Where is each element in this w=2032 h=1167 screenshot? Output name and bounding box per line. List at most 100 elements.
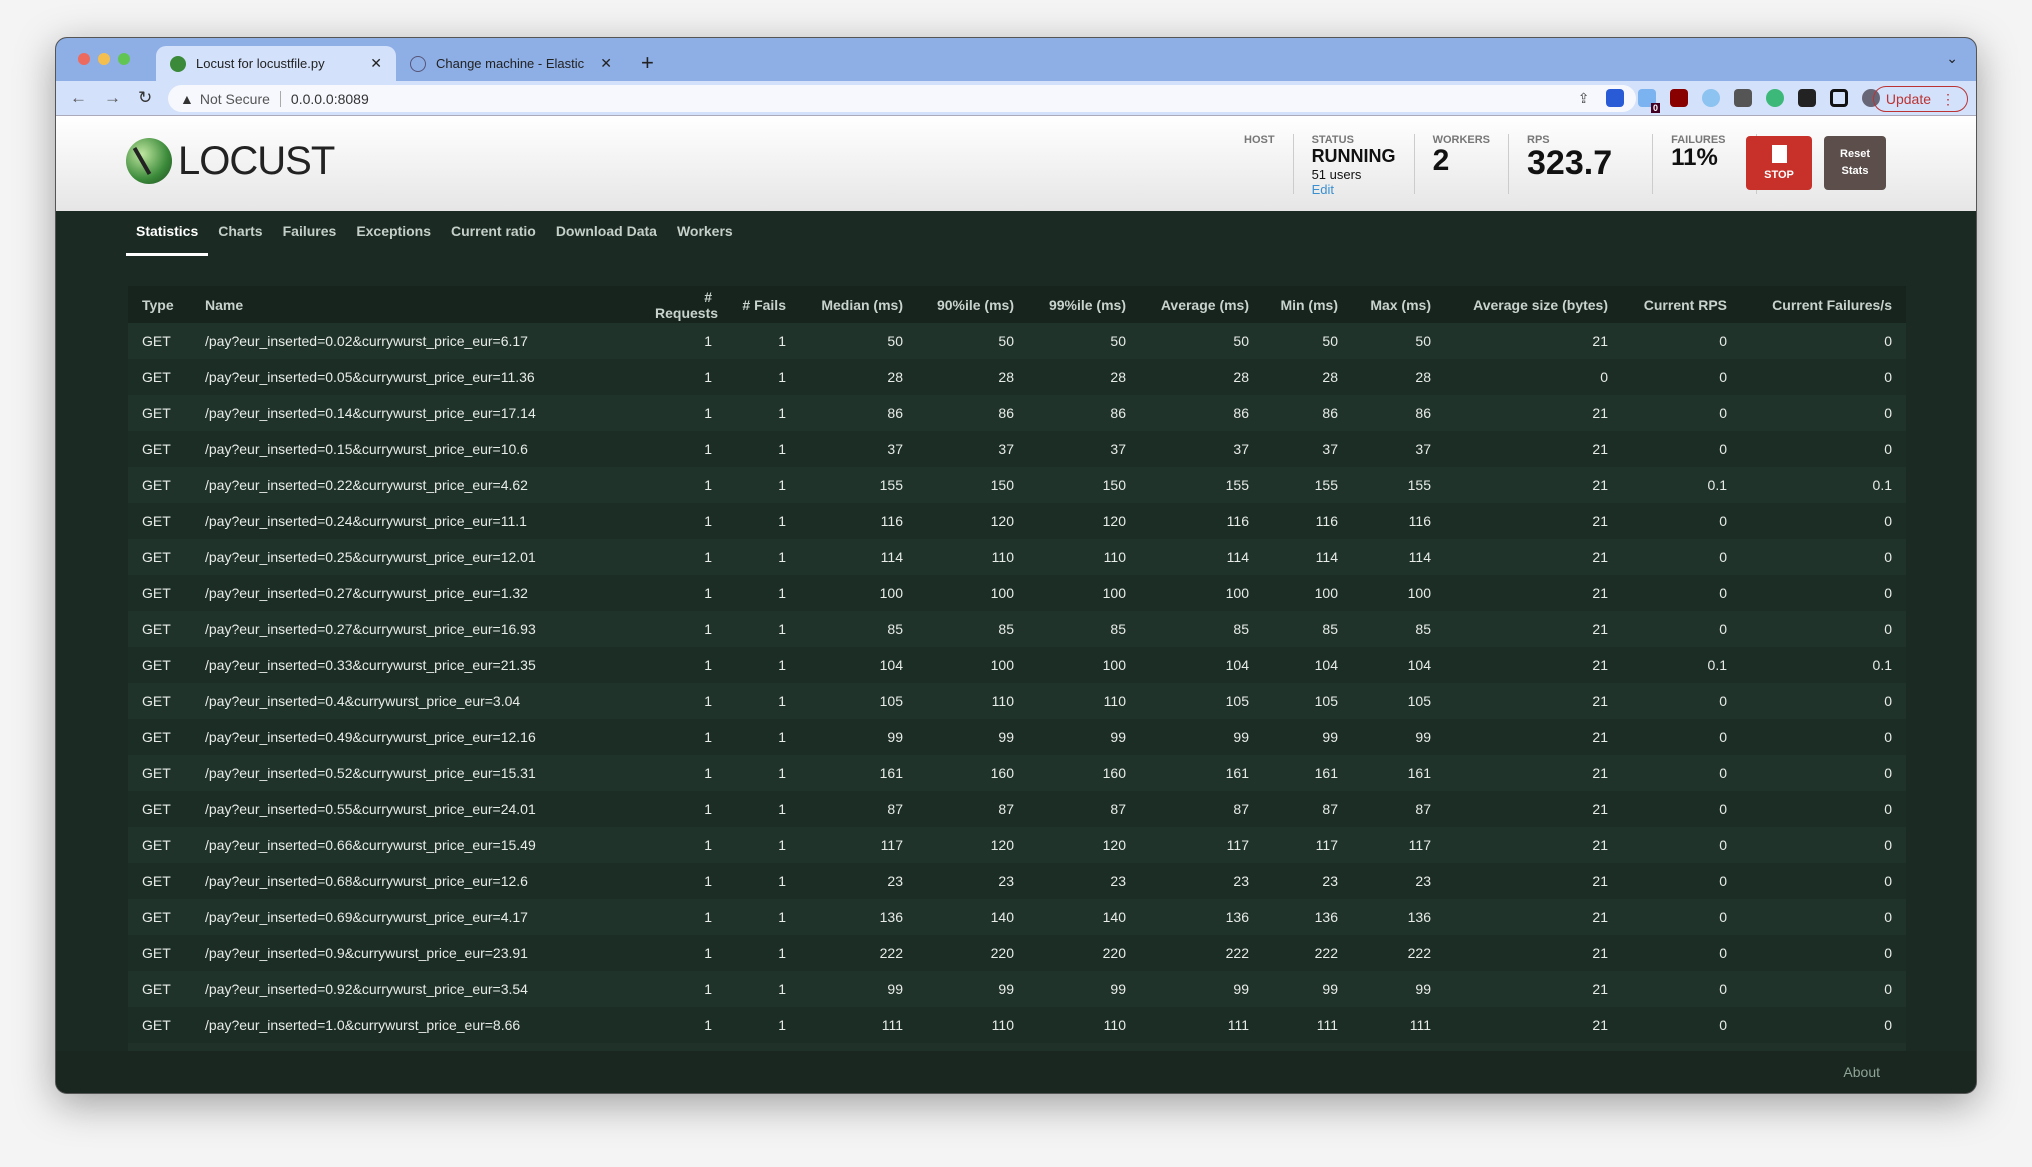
table-cell: 23 bbox=[998, 873, 1014, 889]
table-cell: 1 bbox=[778, 657, 786, 673]
security-indicator[interactable]: Not Secure bbox=[200, 91, 270, 107]
table-cell: 100 bbox=[990, 585, 1014, 601]
table-cell: 222 bbox=[1314, 945, 1338, 961]
tab-statistics[interactable]: Statistics bbox=[126, 223, 209, 256]
table-cell: GET bbox=[142, 513, 171, 529]
column-header[interactable]: Name bbox=[191, 286, 641, 323]
reader-extension-icon[interactable] bbox=[1734, 89, 1752, 107]
table-row: GET/pay?eur_inserted=0.92&currywurst_pri… bbox=[128, 971, 1906, 1007]
locust-header: LOCUST HOST STATUS RUNNING 51 users Edit WO… bbox=[56, 116, 1976, 211]
tab-current-ratio[interactable]: Current ratio bbox=[441, 223, 546, 256]
table-cell: 1 bbox=[704, 837, 712, 853]
table-row: GET/pay?eur_inserted=1.0&currywurst_pric… bbox=[128, 1007, 1906, 1043]
column-header[interactable]: Current Failures/s bbox=[1741, 286, 1906, 323]
table-cell: 28 bbox=[1110, 369, 1126, 385]
table-cell: 50 bbox=[1233, 333, 1249, 349]
tab-failures[interactable]: Failures bbox=[273, 223, 347, 256]
table-cell: /pay?eur_inserted=0.9&currywurst_price_e… bbox=[205, 945, 528, 961]
table-cell: 120 bbox=[990, 837, 1014, 853]
table-cell: 0 bbox=[1884, 873, 1892, 889]
table-cell: 1 bbox=[778, 513, 786, 529]
close-tab-icon[interactable]: ✕ bbox=[370, 55, 382, 72]
table-cell: 0 bbox=[1884, 837, 1892, 853]
edit-users-link[interactable]: Edit bbox=[1312, 182, 1396, 197]
table-cell: 21 bbox=[1592, 945, 1608, 961]
back-icon[interactable]: ← bbox=[70, 88, 90, 108]
table-cell: 85 bbox=[998, 621, 1014, 637]
stop-button[interactable]: STOP bbox=[1746, 136, 1812, 190]
new-tab-icon[interactable]: + bbox=[641, 50, 654, 76]
table-cell: GET bbox=[142, 693, 171, 709]
url-text[interactable]: 0.0.0.0:8089 bbox=[291, 91, 369, 107]
tab-exceptions[interactable]: Exceptions bbox=[346, 223, 441, 256]
table-cell: 21 bbox=[1592, 837, 1608, 853]
locust-logo[interactable]: LOCUST bbox=[126, 138, 335, 184]
column-header[interactable]: 99%ile (ms) bbox=[1028, 286, 1140, 323]
tab-download-data[interactable]: Download Data bbox=[546, 223, 667, 256]
sidebar-icon[interactable] bbox=[1830, 89, 1848, 107]
reload-icon[interactable]: ↻ bbox=[138, 88, 158, 108]
table-cell: GET bbox=[142, 729, 171, 745]
update-button[interactable]: Update ⋮ bbox=[1872, 86, 1968, 112]
table-cell: 37 bbox=[1415, 441, 1431, 457]
table-cell: /pay?eur_inserted=1.0&currywurst_price_e… bbox=[205, 1017, 521, 1033]
table-cell: 222 bbox=[1407, 945, 1431, 961]
minimize-window-button[interactable] bbox=[98, 53, 110, 65]
table-cell: 21 bbox=[1592, 513, 1608, 529]
table-cell: 0 bbox=[1719, 837, 1727, 853]
table-cell: 114 bbox=[880, 549, 903, 565]
tab-charts[interactable]: Charts bbox=[208, 223, 272, 256]
table-cell: 104 bbox=[879, 657, 903, 673]
column-header[interactable]: Current RPS bbox=[1622, 286, 1741, 323]
column-header[interactable]: Type bbox=[128, 286, 191, 323]
table-cell: 99 bbox=[1415, 729, 1431, 745]
about-link[interactable]: About bbox=[1843, 1064, 1880, 1080]
close-tab-icon[interactable]: ✕ bbox=[600, 55, 612, 72]
reset-stats-button[interactable]: Reset Stats bbox=[1824, 136, 1886, 190]
table-cell: 1 bbox=[778, 585, 786, 601]
close-window-button[interactable] bbox=[78, 53, 90, 65]
elastic-favicon-icon bbox=[410, 55, 426, 72]
tab-search-chevron-icon[interactable]: ⌄ bbox=[1946, 50, 1958, 67]
extension-icon[interactable] bbox=[1702, 89, 1720, 107]
column-header[interactable]: Min (ms) bbox=[1263, 286, 1352, 323]
ghostery-extension-icon[interactable]: 0 bbox=[1638, 89, 1660, 113]
share-icon[interactable]: ⇪ bbox=[1578, 90, 1590, 107]
table-cell: 0 bbox=[1884, 909, 1892, 925]
locust-favicon-icon bbox=[170, 55, 186, 72]
table-cell: 87 bbox=[887, 801, 903, 817]
table-cell: 105 bbox=[1314, 693, 1338, 709]
maximize-window-button[interactable] bbox=[118, 53, 130, 65]
forward-icon[interactable]: → bbox=[104, 88, 124, 108]
browser-tab-locust[interactable]: Locust for locustfile.py ✕ bbox=[156, 46, 396, 81]
table-row: GET/pay?eur_inserted=0.05&currywurst_pri… bbox=[128, 359, 1906, 395]
table-cell: 28 bbox=[1322, 369, 1338, 385]
column-header[interactable]: # Fails bbox=[726, 286, 800, 323]
table-cell: 86 bbox=[1322, 405, 1338, 421]
puzzle-extensions-icon[interactable] bbox=[1798, 89, 1816, 107]
table-cell: /pay?eur_inserted=0.92&currywurst_price_… bbox=[205, 981, 528, 997]
table-cell: 114 bbox=[1408, 549, 1431, 565]
table-cell: 87 bbox=[1233, 801, 1249, 817]
table-cell: 220 bbox=[990, 945, 1014, 961]
grammarly-extension-icon[interactable] bbox=[1766, 89, 1784, 107]
column-header[interactable]: 90%ile (ms) bbox=[917, 286, 1028, 323]
bitwarden-extension-icon[interactable] bbox=[1606, 89, 1624, 107]
browser-tab-elastic[interactable]: Change machine - Elastic ✕ bbox=[396, 46, 626, 81]
table-cell: /pay?eur_inserted=0.24&currywurst_price_… bbox=[205, 513, 527, 529]
column-header[interactable]: Average size (bytes) bbox=[1445, 286, 1622, 323]
table-cell: 85 bbox=[1233, 621, 1249, 637]
column-header[interactable]: Max (ms) bbox=[1352, 286, 1445, 323]
host-stat: HOST bbox=[1226, 134, 1294, 194]
table-cell: 161 bbox=[879, 765, 903, 781]
table-cell: 0 bbox=[1719, 981, 1727, 997]
column-header[interactable]: # Requests bbox=[641, 286, 726, 323]
table-cell: 1 bbox=[778, 477, 786, 493]
column-header[interactable]: Median (ms) bbox=[800, 286, 917, 323]
column-header[interactable]: Average (ms) bbox=[1140, 286, 1263, 323]
tab-workers[interactable]: Workers bbox=[667, 223, 743, 256]
table-cell: 99 bbox=[1233, 729, 1249, 745]
ublock-extension-icon[interactable] bbox=[1670, 89, 1688, 107]
address-bar[interactable]: ▲ Not Secure 0.0.0.0:8089 ⇪☆ bbox=[168, 85, 1636, 112]
table-row: GET/pay?eur_inserted=0.14&currywurst_pri… bbox=[128, 395, 1906, 431]
